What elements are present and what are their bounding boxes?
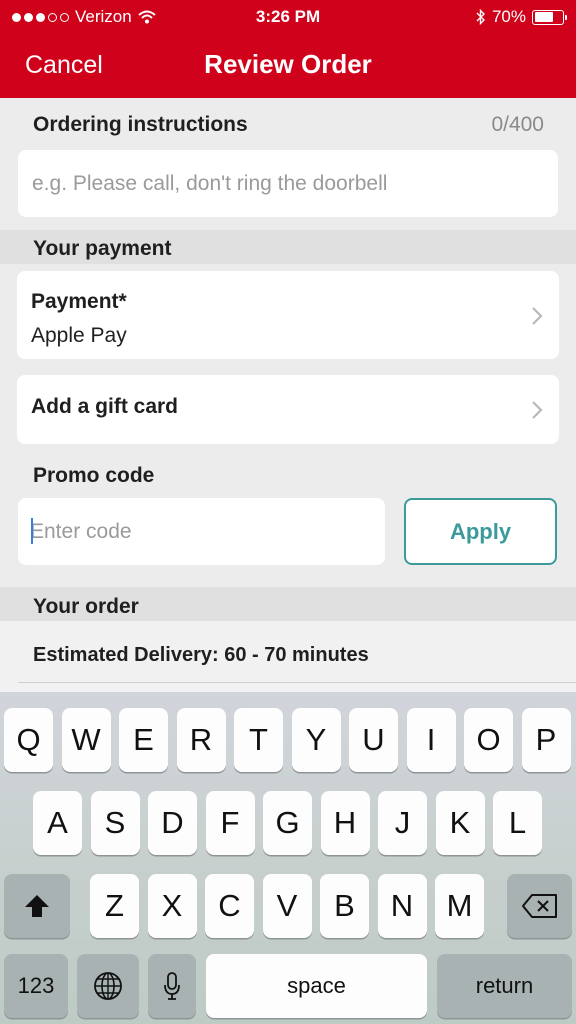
numbers-key[interactable]: 123 [4,954,68,1018]
key-b[interactable]: B [320,874,369,938]
key-f[interactable]: F [205,791,255,855]
promo-input[interactable] [18,498,385,565]
battery-icon [532,9,567,25]
key-g[interactable]: G [263,791,312,855]
key-u[interactable]: U [349,708,398,772]
key-p[interactable]: P [521,708,571,772]
space-key[interactable]: space [206,954,427,1018]
delete-icon [521,894,557,918]
key-v[interactable]: V [262,874,312,938]
key-r[interactable]: R [176,708,226,772]
instructions-counter: 0/400 [491,113,544,136]
microphone-icon [164,972,180,1000]
chevron-right-icon [532,401,543,419]
payment-row[interactable]: Payment* Apple Pay [17,271,559,359]
delete-key[interactable] [507,874,572,938]
key-l[interactable]: L [493,791,542,855]
key-j[interactable]: J [378,791,427,855]
key-n[interactable]: N [377,874,427,938]
payment-section-label: Your payment [33,237,172,260]
nav-bar: Cancel Review Order [0,34,576,98]
instructions-label: Ordering instructions [33,113,248,136]
key-k[interactable]: K [435,791,485,855]
shift-key[interactable] [4,874,70,938]
key-z[interactable]: Z [90,874,139,938]
key-x[interactable]: X [147,874,197,938]
payment-title: Payment* [31,290,127,313]
text-cursor [31,518,33,544]
key-m[interactable]: M [435,874,484,938]
return-key[interactable]: return [437,954,572,1018]
delivery-estimate: Estimated Delivery: 60 - 70 minutes [33,644,369,666]
key-d[interactable]: D [148,791,197,855]
key-t[interactable]: T [234,708,283,772]
apply-button[interactable]: Apply [404,498,557,565]
divider [18,682,576,683]
key-h[interactable]: H [320,791,370,855]
key-o[interactable]: O [464,708,513,772]
microphone-key[interactable] [148,954,196,1018]
order-section-label: Your order [33,595,139,618]
key-q[interactable]: Q [4,708,53,772]
keyboard: QWERTYUIOP ASDFGHJKL ZXCVBNM 123 space r… [0,692,576,1024]
key-s[interactable]: S [90,791,140,855]
payment-method: Apple Pay [31,324,127,347]
status-bar: Verizon 3:26 PM 70% [0,0,576,34]
globe-icon [94,972,122,1000]
instructions-input[interactable] [18,150,558,217]
promo-label: Promo code [33,464,155,487]
chevron-right-icon [532,307,543,325]
battery-percent: 70% [491,7,526,26]
key-a[interactable]: A [33,791,82,855]
page-title: Review Order [204,49,372,79]
key-y[interactable]: Y [291,708,341,772]
key-i[interactable]: I [406,708,456,772]
key-e[interactable]: E [119,708,168,772]
gift-card-row[interactable]: Add a gift card [17,375,559,444]
key-w[interactable]: W [61,708,111,772]
battery-info: 70% [476,7,567,27]
gift-card-title: Add a gift card [31,395,179,418]
globe-key[interactable] [77,954,139,1018]
promo-field[interactable] [18,498,385,565]
instructions-field[interactable] [18,150,558,217]
key-c[interactable]: C [205,874,254,938]
bluetooth-icon [476,9,485,25]
shift-icon [25,895,49,917]
